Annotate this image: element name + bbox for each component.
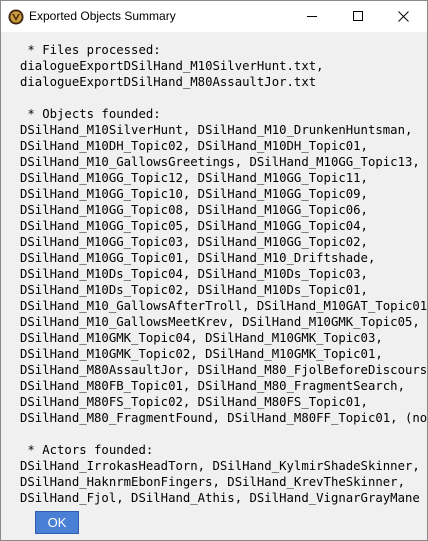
maximize-icon [353,11,363,21]
title-bar[interactable]: Exported Objects Summary [1,1,427,32]
close-button[interactable] [381,1,427,32]
window-title: Exported Objects Summary [29,9,176,23]
dialog-content: * Files processed: dialogueExportDSilHan… [1,32,427,540]
app-logo-icon [8,9,24,25]
ok-button[interactable]: OK [35,511,79,534]
maximize-button[interactable] [335,1,381,32]
minimize-button[interactable] [289,1,335,32]
minimize-icon [307,16,317,17]
close-icon [398,11,409,22]
summary-text: * Files processed: dialogueExportDSilHan… [20,43,428,505]
dialog-window: Exported Objects Summary * Files process… [0,0,428,541]
